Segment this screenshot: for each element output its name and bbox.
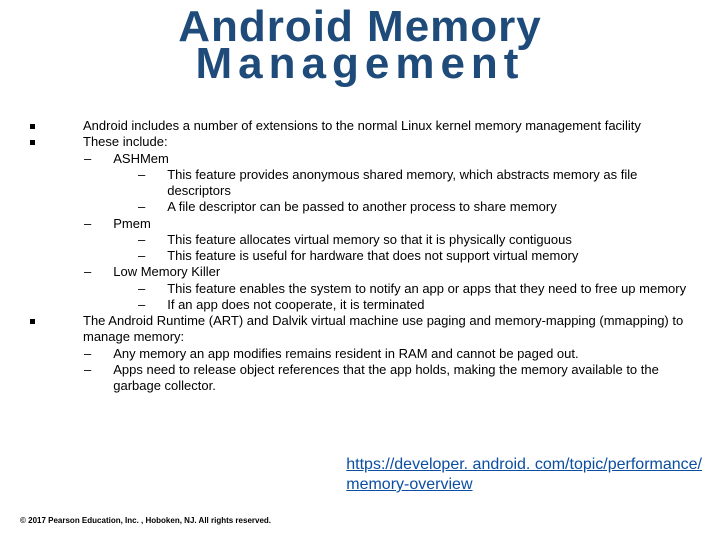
sub-3-text: Low Memory Killer <box>113 264 700 280</box>
bullet-2: These include: <box>30 134 700 150</box>
sub-2a-text: This feature allocates virtual memory so… <box>167 232 700 248</box>
slide-body: Android includes a number of extensions … <box>30 118 700 394</box>
sub-1-text: ASHMem <box>113 151 700 167</box>
sub-3a: – This feature enables the system to not… <box>138 281 700 297</box>
bullet-3b: – Apps need to release object references… <box>84 362 700 395</box>
bullet-3-text: The Android Runtime (ART) and Dalvik vir… <box>83 313 700 346</box>
bullet-3a-text: Any memory an app modifies remains resid… <box>113 346 700 362</box>
sub-2b-text: This feature is useful for hardware that… <box>167 248 700 264</box>
dash-icon: – <box>138 281 145 297</box>
square-bullet-icon <box>30 124 35 129</box>
link-line-2[interactable]: memory-overview <box>346 476 472 493</box>
bullet-1-text: Android includes a number of extensions … <box>83 118 700 134</box>
sub-2-text: Pmem <box>113 216 700 232</box>
bullet-1: Android includes a number of extensions … <box>30 118 700 134</box>
sub-3a-text: This feature enables the system to notif… <box>167 281 700 297</box>
slide-title: Android Memory Management <box>0 0 720 83</box>
dash-icon: – <box>84 264 91 280</box>
copyright-text: © 2017 Pearson Education, Inc. , Hoboken… <box>20 516 271 525</box>
sub-1: – ASHMem <box>84 151 700 167</box>
bullet-3: The Android Runtime (ART) and Dalvik vir… <box>30 313 700 346</box>
dash-icon: – <box>138 297 145 313</box>
sub-1a-text: This feature provides anonymous shared m… <box>167 167 700 200</box>
dash-icon: – <box>84 216 91 232</box>
square-bullet-icon <box>30 140 35 145</box>
sub-3b-text: If an app does not cooperate, it is term… <box>167 297 700 313</box>
sub-2b: – This feature is useful for hardware th… <box>138 248 700 264</box>
dash-icon: – <box>138 167 145 183</box>
sub-1a: – This feature provides anonymous shared… <box>138 167 700 200</box>
bullet-3a: – Any memory an app modifies remains res… <box>84 346 700 362</box>
sub-2a: – This feature allocates virtual memory … <box>138 232 700 248</box>
dash-icon: – <box>138 248 145 264</box>
dash-icon: – <box>138 232 145 248</box>
sub-2: – Pmem <box>84 216 700 232</box>
sub-1b-text: A file descriptor can be passed to anoth… <box>167 199 700 215</box>
sub-3b: – If an app does not cooperate, it is te… <box>138 297 700 313</box>
link-line-1[interactable]: https://developer. android. com/topic/pe… <box>346 456 702 473</box>
dash-icon: – <box>84 151 91 167</box>
reference-link[interactable]: https://developer. android. com/topic/pe… <box>346 455 702 495</box>
bullet-2-text: These include: <box>83 134 700 150</box>
dash-icon: – <box>84 362 91 378</box>
square-bullet-icon <box>30 319 35 324</box>
sub-1b: – A file descriptor can be passed to ano… <box>138 199 700 215</box>
dash-icon: – <box>84 346 91 362</box>
dash-icon: – <box>138 199 145 215</box>
sub-3: – Low Memory Killer <box>84 264 700 280</box>
title-line-2: Management <box>0 45 720 82</box>
bullet-3b-text: Apps need to release object references t… <box>113 362 700 395</box>
